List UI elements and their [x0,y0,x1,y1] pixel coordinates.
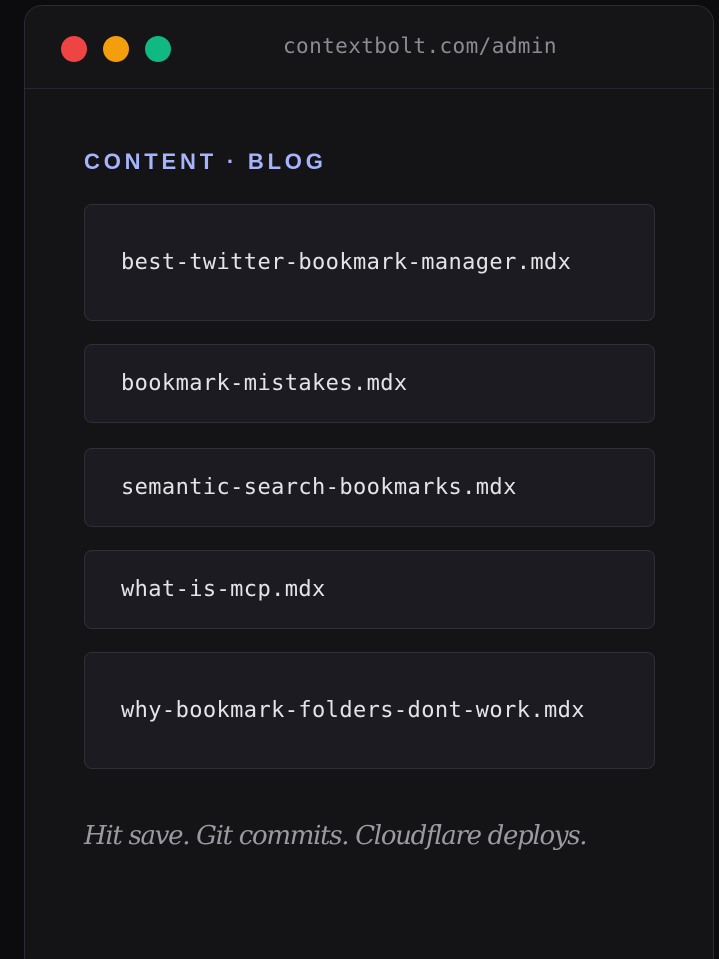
maximize-window-dot[interactable] [145,36,171,62]
file-name: best-twitter-bookmark-manager.mdx [121,249,572,275]
section-heading: CONTENT · BLOG [84,149,327,174]
file-item[interactable]: bookmark-mistakes.mdx [84,344,655,423]
window-titlebar: contextbolt.com/admin [25,6,713,89]
browser-window: contextbolt.com/admin CONTENT · BLOG bes… [24,5,714,959]
file-name: semantic-search-bookmarks.mdx [121,474,517,500]
file-name: what-is-mcp.mdx [121,576,326,602]
address-url: contextbolt.com/admin [283,34,557,58]
close-window-dot[interactable] [61,36,87,62]
file-item[interactable]: semantic-search-bookmarks.mdx [84,448,655,527]
file-name: why-bookmark-folders-dont-work.mdx [121,697,585,723]
tagline: Hit save. Git commits. Cloudflare deploy… [84,821,588,851]
minimize-window-dot[interactable] [103,36,129,62]
file-item[interactable]: best-twitter-bookmark-manager.mdx [84,204,655,321]
file-item[interactable]: what-is-mcp.mdx [84,550,655,629]
file-name: bookmark-mistakes.mdx [121,370,408,396]
file-item[interactable]: why-bookmark-folders-dont-work.mdx [84,652,655,769]
